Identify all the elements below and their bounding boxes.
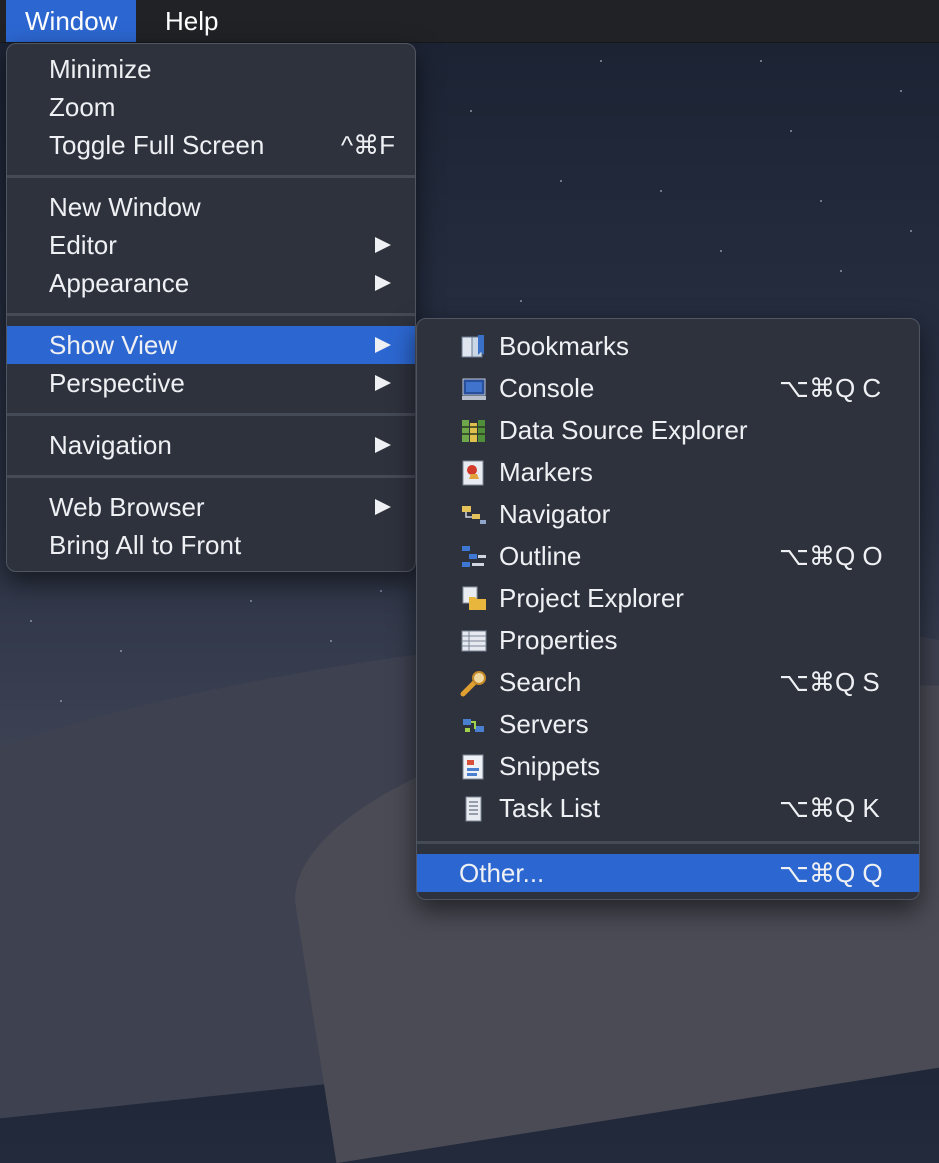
menu-separator [7,475,415,478]
star [910,230,912,232]
menu-bar: Window Help [0,0,939,43]
shortcut-label: ⌥⌘Q C [779,373,882,403]
menu-item-toggle-full-screen[interactable]: Toggle Full Screen ^⌘F [7,126,415,164]
menu-item-zoom[interactable]: Zoom [7,88,415,126]
window-menu: Minimize Zoom Toggle Full Screen ^⌘F New … [6,43,416,572]
menu-item-other[interactable]: Other... ⌥⌘Q Q [417,854,919,892]
submenu-arrow-icon [375,499,391,515]
shortcut-label: ⌥⌘Q O [779,541,883,571]
menu-item-outline[interactable]: Outline ⌥⌘Q O [417,537,919,575]
star [120,650,122,652]
outline-icon [462,546,486,567]
star [380,590,382,592]
menu-item-markers[interactable]: Markers [417,453,919,491]
menu-item-perspective[interactable]: Perspective [7,364,415,402]
shortcut-label: ^⌘F [340,130,395,160]
submenu-arrow-icon [375,337,391,353]
show-view-submenu: Bookmarks Console ⌥⌘Q C Data Source Expl… [416,318,920,900]
menu-item-bring-all-to-front[interactable]: Bring All to Front [7,526,415,564]
menu-item-servers[interactable]: Servers [417,705,919,743]
submenu-arrow-icon [375,437,391,453]
menu-item-appearance[interactable]: Appearance [7,264,415,302]
properties-icon [461,630,487,652]
star [840,270,842,272]
star [760,60,762,62]
menu-separator [7,413,415,416]
search-icon [460,671,486,697]
menu-separator [417,841,919,844]
shortcut-label: ⌥⌘Q S [779,667,880,697]
menu-item-navigation[interactable]: Navigation [7,426,415,464]
star [720,250,722,252]
menu-separator [7,313,415,316]
menu-item-properties[interactable]: Properties [417,621,919,659]
star [790,130,792,132]
menu-item-show-view[interactable]: Show View [7,326,415,364]
menu-item-search[interactable]: Search ⌥⌘Q S [417,663,919,701]
menu-item-project-explorer[interactable]: Project Explorer [417,579,919,617]
shortcut-label: ⌥⌘Q K [779,793,880,823]
menu-item-minimize[interactable]: Minimize [7,50,415,88]
menu-item-web-browser[interactable]: Web Browser [7,488,415,526]
menu-separator [7,175,415,178]
menu-item-task-list[interactable]: Task List ⌥⌘Q K [417,789,919,827]
console-icon [462,378,486,400]
star [60,700,62,702]
servers-icon [463,719,484,732]
star [520,300,522,302]
project-explorer-icon [462,586,486,610]
task-list-icon [465,796,482,822]
menu-item-snippets[interactable]: Snippets [417,747,919,785]
star [560,180,562,182]
star [330,640,332,642]
star [30,620,32,622]
menu-item-console[interactable]: Console ⌥⌘Q C [417,369,919,407]
star [600,60,602,62]
star [250,600,252,602]
star [900,90,902,92]
star [820,200,822,202]
menu-window[interactable]: Window [6,0,137,42]
bookmarks-icon [461,335,484,358]
data-source-explorer-icon [462,420,485,442]
menu-item-data-source-explorer[interactable]: Data Source Explorer [417,411,919,449]
submenu-arrow-icon [375,237,391,253]
star [470,110,472,112]
markers-icon [462,460,484,486]
submenu-arrow-icon [375,375,391,391]
star [660,190,662,192]
menu-help[interactable]: Help [146,0,237,42]
menu-item-editor[interactable]: Editor [7,226,415,264]
shortcut-label: ⌥⌘Q Q [779,858,883,888]
menu-item-navigator[interactable]: Navigator [417,495,919,533]
navigator-icon [462,506,486,524]
menu-item-bookmarks[interactable]: Bookmarks [417,327,919,365]
menu-item-new-window[interactable]: New Window [7,188,415,226]
submenu-arrow-icon [375,275,391,291]
snippets-icon [462,754,484,780]
